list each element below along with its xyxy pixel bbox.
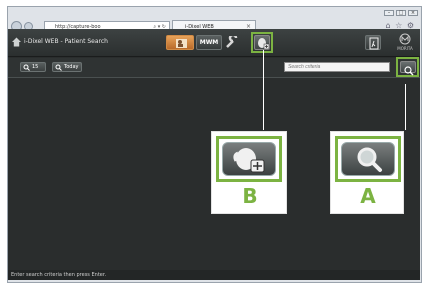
patient-list-button[interactable] xyxy=(166,35,194,50)
page-title: i-Dixel WEB - Patient Search xyxy=(24,38,108,45)
door-exit-icon xyxy=(369,37,379,50)
callout-a-frame xyxy=(335,136,401,182)
recent-15-button[interactable]: 15 xyxy=(20,62,46,72)
search-enlarged xyxy=(341,142,395,176)
wrench-icon[interactable] xyxy=(225,36,239,49)
app-header: i-Dixel WEB - Patient Search MWM MORITA xyxy=(8,29,420,57)
search-icon xyxy=(23,64,30,71)
maximize-icon[interactable]: □ xyxy=(396,10,406,16)
brand-logo: MORITA xyxy=(394,33,416,53)
morita-logo-icon xyxy=(399,33,411,45)
home-icon[interactable] xyxy=(12,37,21,47)
close-icon[interactable]: × xyxy=(408,10,418,16)
status-bar: Enter search criteria then press Enter. xyxy=(8,270,420,280)
callout-b-leader xyxy=(263,50,264,130)
callout-a-label: A xyxy=(360,184,376,208)
search-input[interactable] xyxy=(284,62,390,72)
search-icon xyxy=(357,147,382,172)
search-icon xyxy=(404,66,414,76)
new-patient-icon xyxy=(258,38,270,50)
callout-a-leader xyxy=(405,84,406,130)
new-patient-button[interactable] xyxy=(254,35,270,50)
mwm-button[interactable]: MWM xyxy=(196,35,222,50)
callout-a: A xyxy=(330,131,404,214)
brand-label: MORITA xyxy=(397,46,413,51)
search-toolbar: 15 Today xyxy=(8,57,420,78)
new-patient-enlarged xyxy=(222,142,276,176)
today-button[interactable]: Today xyxy=(52,62,82,72)
minimize-icon[interactable]: – xyxy=(384,10,394,16)
patient-list-icon xyxy=(176,39,187,48)
new-patient-icon xyxy=(233,148,265,173)
logout-button[interactable] xyxy=(365,35,381,50)
search-icon xyxy=(55,64,62,71)
callout-b-frame xyxy=(216,136,282,182)
callout-b-label: B xyxy=(242,184,258,208)
search-button[interactable] xyxy=(400,61,416,76)
callout-b: B xyxy=(211,131,287,214)
